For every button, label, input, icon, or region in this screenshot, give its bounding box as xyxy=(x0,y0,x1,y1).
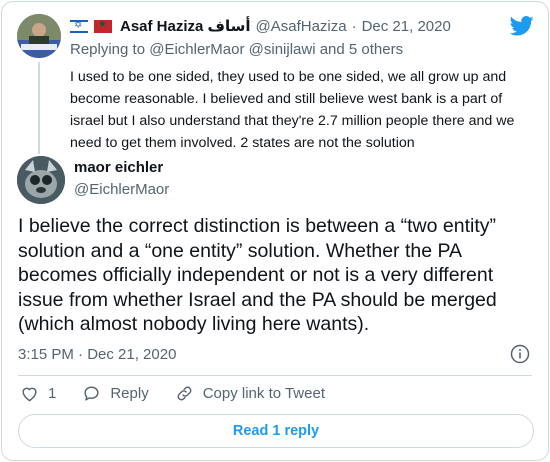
copy-link-label: Copy link to Tweet xyxy=(202,385,325,402)
parent-separator: · xyxy=(351,17,357,35)
replying-prefix: Replying to xyxy=(70,41,146,58)
reply-label: Reply xyxy=(110,385,149,402)
read-replies-button[interactable]: Read 1 reply xyxy=(18,414,534,448)
main-avatar[interactable] xyxy=(17,156,65,204)
like-count: 1 xyxy=(48,385,57,402)
main-tweet-text: I believe the correct distinction is bet… xyxy=(18,215,497,335)
parent-avatar[interactable] xyxy=(17,14,61,58)
parent-tweet-text: I used to be one sided, they used to be … xyxy=(70,69,515,151)
divider xyxy=(18,375,532,376)
thread-line xyxy=(38,62,40,154)
parent-date[interactable]: Dec 21, 2020 xyxy=(362,18,451,35)
info-icon[interactable] xyxy=(510,344,530,364)
replying-others[interactable]: and 5 others xyxy=(320,41,403,58)
action-bar: 1 Reply Copy link to Tweet xyxy=(20,384,351,403)
parent-handle[interactable]: @AsafHaziza xyxy=(256,18,347,35)
copy-link-button[interactable]: Copy link to Tweet xyxy=(175,384,325,403)
heart-icon xyxy=(22,387,37,402)
tweet-timestamp[interactable]: 3:15 PM · Dec 21, 2020 xyxy=(18,346,176,363)
parent-display-name[interactable]: Asaf Haziza أساف xyxy=(120,17,251,35)
reply-button[interactable]: Reply xyxy=(82,384,149,403)
twitter-bird-icon[interactable] xyxy=(510,16,534,36)
morocco-flag-icon xyxy=(94,19,112,33)
parent-header: Asaf Haziza أساف @AsafHaziza · Dec 21, 2… xyxy=(70,17,451,35)
replying-to-users[interactable]: @EichlerMaor @sinijlawi xyxy=(149,41,315,58)
like-button[interactable]: 1 xyxy=(20,384,56,403)
main-handle[interactable]: @EichlerMaor xyxy=(74,181,169,198)
replying-to-line: Replying to @EichlerMaor @sinijlawi and … xyxy=(70,41,403,58)
link-icon xyxy=(177,386,192,401)
main-display-name[interactable]: maor eichler xyxy=(74,159,163,176)
tweet-card: Asaf Haziza أساف @AsafHaziza · Dec 21, 2… xyxy=(1,1,549,461)
israel-flag-icon xyxy=(70,19,88,33)
reply-icon xyxy=(84,386,99,401)
